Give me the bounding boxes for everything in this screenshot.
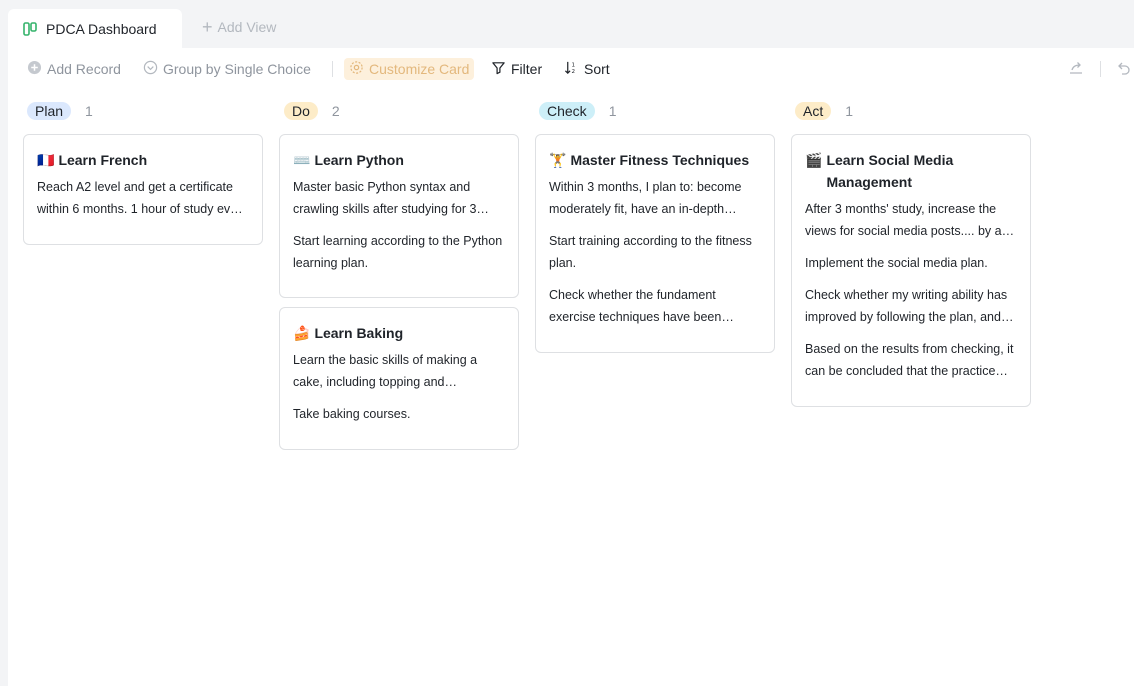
record-card[interactable]: 🎬 Learn Social Media Management After 3 … xyxy=(791,134,1031,407)
card-field: Based on the results from checking, it c… xyxy=(805,342,1014,378)
card-field: Start learning according to the Python l… xyxy=(293,234,503,270)
card-emoji: 🇫🇷 xyxy=(37,152,55,168)
column-tag[interactable]: Plan xyxy=(27,102,72,120)
toolbar: Add Record Group by Single Choice Custom… xyxy=(0,52,1134,86)
card-title: 🎬 Learn Social Media Management xyxy=(805,149,1017,193)
card-title-text: Learn Baking xyxy=(314,325,404,341)
add-view-button[interactable]: + Add View xyxy=(202,17,277,37)
gear-icon xyxy=(349,60,364,78)
svg-text:1: 1 xyxy=(572,63,576,69)
record-card[interactable]: 🇫🇷 Learn French Reach A2 level and get a… xyxy=(23,134,263,245)
group-by-label: Group by Single Choice xyxy=(163,61,311,77)
card-field: Reach A2 level and get a certificate wit… xyxy=(37,180,248,216)
add-record-label: Add Record xyxy=(47,61,121,77)
card-field: Learn the basic skills of making a cake,… xyxy=(293,353,478,389)
card-emoji: 🏋️ xyxy=(549,152,567,168)
card-title-text: Learn French xyxy=(58,152,148,168)
customize-card-button[interactable]: Customize Card xyxy=(344,58,475,80)
plus-icon: + xyxy=(202,17,213,37)
card-title-text: Learn Social Media Management xyxy=(826,152,954,190)
toolbar-divider xyxy=(332,61,333,77)
column-count: 2 xyxy=(331,103,340,119)
card-field: Take baking courses. xyxy=(293,407,411,421)
card-field: Check whether the fundament exercise tec… xyxy=(549,288,722,324)
sort-button[interactable]: 12 Sort xyxy=(564,58,610,80)
column-tag[interactable]: Act xyxy=(795,102,832,120)
add-record-button[interactable]: Add Record xyxy=(27,58,121,80)
card-field: After 3 months' study, increase the view… xyxy=(805,202,1002,238)
sort-icon: 12 xyxy=(564,60,579,78)
record-card[interactable]: 🏋️ Master Fitness Techniques Within 3 mo… xyxy=(535,134,775,353)
svg-text:2: 2 xyxy=(572,69,576,75)
column-header-plan: Plan 1 xyxy=(27,100,93,122)
column-count: 1 xyxy=(85,103,93,119)
card-title-text: Master Fitness Techniques xyxy=(570,152,750,168)
card-emoji: ⌨️ xyxy=(293,152,311,168)
group-circle-icon xyxy=(143,60,158,78)
record-card[interactable]: 🍰 Learn Baking Learn the basic skills of… xyxy=(279,307,519,450)
card-title: ⌨️ Learn Python xyxy=(293,149,505,171)
add-circle-icon xyxy=(27,60,42,78)
card-field: Check whether my writing ability has imp… xyxy=(805,288,1008,324)
column-header-do: Do 2 xyxy=(284,100,340,122)
column-header-act: Act 1 xyxy=(795,100,853,122)
left-rail xyxy=(0,48,8,686)
card-field: Start training according to the fitness … xyxy=(549,234,752,270)
card-title-text: Learn Python xyxy=(314,152,404,168)
group-by-button[interactable]: Group by Single Choice xyxy=(143,58,311,80)
card-title: 🇫🇷 Learn French xyxy=(37,149,249,171)
card-title: 🏋️ Master Fitness Techniques xyxy=(549,149,761,171)
toolbar-divider-right xyxy=(1100,61,1101,77)
record-card[interactable]: ⌨️ Learn Python Master basic Python synt… xyxy=(279,134,519,298)
card-emoji: 🎬 xyxy=(805,152,823,168)
tab-pdca-dashboard[interactable]: PDCA Dashboard xyxy=(8,9,182,48)
card-title: 🍰 Learn Baking xyxy=(293,322,505,344)
column-tag[interactable]: Check xyxy=(539,102,595,120)
filter-label: Filter xyxy=(511,61,543,77)
card-field: Master basic Python syntax and crawling … xyxy=(293,180,477,216)
filter-button[interactable]: Filter xyxy=(491,58,542,80)
tab-label: PDCA Dashboard xyxy=(46,20,157,37)
column-count: 1 xyxy=(608,103,617,119)
column-tag[interactable]: Do xyxy=(284,102,318,120)
card-field: Implement the social media plan. xyxy=(805,256,988,270)
kanban-view-icon xyxy=(22,21,38,37)
filter-icon xyxy=(491,60,506,78)
sort-label: Sort xyxy=(584,61,610,77)
column-count: 1 xyxy=(845,103,854,119)
card-emoji: 🍰 xyxy=(293,325,311,341)
card-field: Within 3 months, I plan to: become moder… xyxy=(549,180,742,216)
customize-card-label: Customize Card xyxy=(369,61,470,77)
column-header-check: Check 1 xyxy=(539,100,616,122)
add-view-label: Add View xyxy=(217,19,277,35)
undo-icon[interactable] xyxy=(1116,60,1132,81)
share-icon[interactable] xyxy=(1068,60,1084,81)
